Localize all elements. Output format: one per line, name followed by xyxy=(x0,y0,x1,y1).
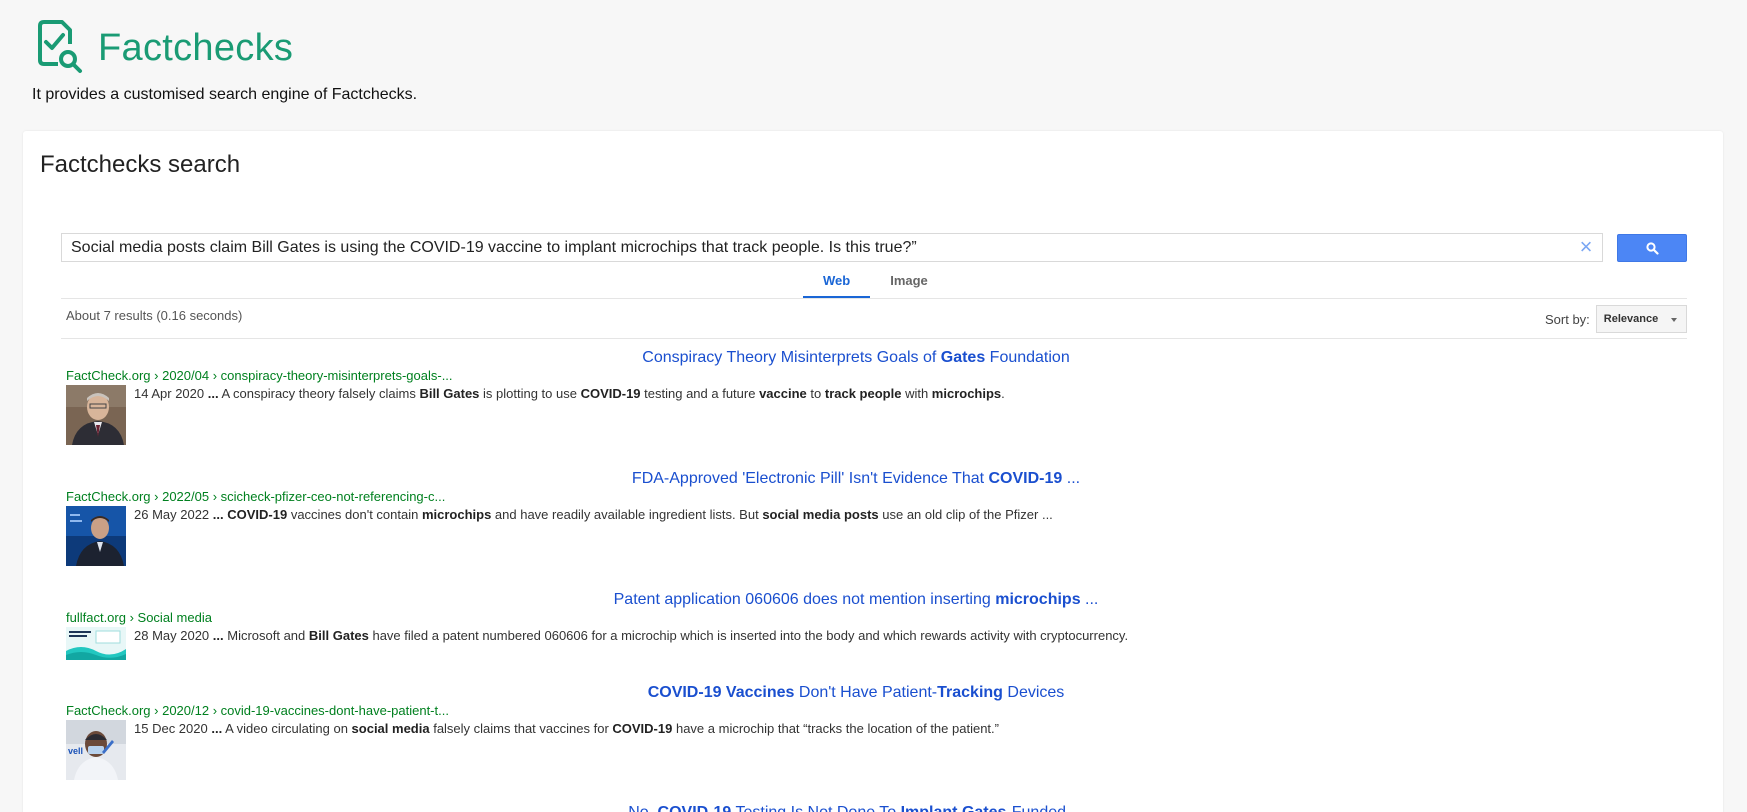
text-span: 15 Dec 2020 xyxy=(134,721,212,736)
search-input[interactable]: Social media posts claim Bill Gates is u… xyxy=(61,233,1603,262)
sort-value: Relevance xyxy=(1603,313,1659,325)
highlight-text: social media xyxy=(351,721,430,736)
search-card: Factchecks search Social media posts cla… xyxy=(23,131,1723,812)
highlight-text: COVID-19 xyxy=(612,721,673,736)
text-span: ... xyxy=(1080,591,1099,608)
text-span: Patent application 060606 does not menti… xyxy=(613,591,996,608)
highlight-text: ... xyxy=(212,628,224,643)
text-span: Foundation xyxy=(985,349,1070,366)
result-title-link[interactable]: No, COVID-19 Testing Is Not Done To Impl… xyxy=(66,804,1646,812)
result-title-link[interactable]: Conspiracy Theory Misinterprets Goals of… xyxy=(66,349,1646,367)
highlight-text: ... xyxy=(211,721,223,736)
app-tagline: It provides a customised search engine o… xyxy=(32,86,418,103)
text-span: falsely claims that vaccines for xyxy=(429,721,613,736)
divider xyxy=(61,338,1687,339)
tab-web[interactable]: Web xyxy=(803,269,871,298)
highlight-text: social media posts xyxy=(762,507,879,522)
list-item: No, COVID-19 Testing Is Not Done To Impl… xyxy=(66,804,1646,812)
highlight-text: Tracking xyxy=(937,684,1003,701)
highlight-text: ... xyxy=(212,507,224,522)
search-icon xyxy=(1645,241,1659,255)
result-snippet: 14 Apr 2020 ... A conspiracy theory fals… xyxy=(134,385,1005,445)
highlight-text: COVID-19 Vaccines xyxy=(647,684,795,701)
result-tabs: Web Image xyxy=(803,269,948,298)
divider xyxy=(61,298,1687,299)
text-span: 28 May 2020 xyxy=(134,628,213,643)
list-item: COVID-19 Vaccines Don't Have Patient-Tra… xyxy=(66,684,1646,780)
list-item: Conspiracy Theory Misinterprets Goals of… xyxy=(66,349,1646,445)
factcheck-logo-icon xyxy=(38,20,82,73)
search-query-text[interactable]: Social media posts claim Bill Gates is u… xyxy=(71,239,917,257)
highlight-text: COVID-19 xyxy=(580,386,641,401)
result-url[interactable]: fullfact.org › Social media xyxy=(66,610,1646,625)
text-span: to xyxy=(806,386,825,401)
highlight-text: Gates xyxy=(940,349,986,366)
text-span: Don't Have Patient- xyxy=(794,684,938,701)
app-header: Factchecks xyxy=(36,20,293,76)
chevron-down-icon xyxy=(1670,318,1677,322)
highlight-text: microchips xyxy=(421,507,492,522)
highlight-text: track people xyxy=(824,386,902,401)
text-span: Conspiracy Theory Misinterprets Goals of xyxy=(642,349,941,366)
result-count: About 7 results (0.16 seconds) xyxy=(66,308,243,323)
result-thumbnail[interactable] xyxy=(66,385,126,445)
text-span: with xyxy=(901,386,932,401)
highlight-text: COVID-19 xyxy=(658,804,732,812)
text-span: A conspiracy theory falsely claims xyxy=(218,386,420,401)
text-span: and have readily available ingredient li… xyxy=(491,507,763,522)
result-url[interactable]: FactCheck.org › 2020/12 › covid-19-vacci… xyxy=(66,703,1646,718)
result-thumbnail[interactable] xyxy=(66,506,126,566)
text-span: FDA-Approved 'Electronic Pill' Isn't Evi… xyxy=(631,470,989,487)
result-title-link[interactable]: Patent application 060606 does not menti… xyxy=(66,591,1646,609)
sort-dropdown[interactable]: Relevance xyxy=(1595,305,1687,333)
highlight-text: Bill Gates xyxy=(419,386,480,401)
text-span: Microsoft and xyxy=(223,628,309,643)
result-snippet: 26 May 2022 ... COVID-19 vaccines don't … xyxy=(134,506,1053,566)
text-span: testing and a future xyxy=(640,386,760,401)
text-span: . xyxy=(1001,386,1005,401)
close-icon[interactable]: × xyxy=(1576,236,1596,258)
highlight-text: microchips xyxy=(931,386,1002,401)
text-span: Devices xyxy=(1002,684,1065,701)
result-thumbnail[interactable] xyxy=(66,627,126,660)
sort-label: Sort by: xyxy=(1545,311,1590,327)
tab-image[interactable]: Image xyxy=(870,269,948,298)
text-span: 26 May 2022 xyxy=(134,507,213,522)
result-url[interactable]: FactCheck.org › 2022/05 › scicheck-pfize… xyxy=(66,489,1646,504)
text-span: ... xyxy=(1062,470,1081,487)
text-span: vaccines don't contain xyxy=(287,507,422,522)
result-title-link[interactable]: COVID-19 Vaccines Don't Have Patient-Tra… xyxy=(66,684,1646,702)
text-span: No, xyxy=(628,804,657,812)
result-snippet: 28 May 2020 ... Microsoft and Bill Gates… xyxy=(134,627,1128,660)
text-span: have a microchip that “tracks the locati… xyxy=(672,721,999,736)
svg-text:vell: vell xyxy=(68,746,83,756)
highlight-text: Bill Gates xyxy=(308,628,369,643)
highlight-text: microchips xyxy=(995,591,1081,608)
highlight-text: ... xyxy=(207,386,219,401)
highlight-text: Implant Gates xyxy=(901,804,1007,812)
text-span: 14 Apr 2020 xyxy=(134,386,208,401)
result-thumbnail[interactable]: vell xyxy=(66,720,126,780)
list-item: FDA-Approved 'Electronic Pill' Isn't Evi… xyxy=(66,470,1646,566)
result-snippet: 15 Dec 2020 ... A video circulating on s… xyxy=(134,720,999,780)
card-title: Factchecks search xyxy=(40,151,241,178)
result-url[interactable]: FactCheck.org › 2020/04 › conspiracy-the… xyxy=(66,368,1646,383)
text-span: A video circulating on xyxy=(222,721,352,736)
search-button[interactable] xyxy=(1617,234,1687,262)
highlight-text: COVID-19 xyxy=(988,470,1063,487)
text-span: Testing Is Not Done To xyxy=(731,804,900,812)
text-span: is plotting to use xyxy=(479,386,581,401)
app-title: Factchecks xyxy=(98,26,294,69)
list-item: Patent application 060606 does not menti… xyxy=(66,591,1646,660)
result-title-link[interactable]: FDA-Approved 'Electronic Pill' Isn't Evi… xyxy=(66,470,1646,488)
text-span: use an old clip of the Pfizer ... xyxy=(878,507,1053,522)
highlight-text: vaccine xyxy=(759,386,807,401)
highlight-text: COVID-19 xyxy=(227,507,288,522)
text-span: have filed a patent numbered 060606 for … xyxy=(368,628,1129,643)
text-span: -Funded ... xyxy=(1006,804,1083,812)
sort-control: Sort by: Relevance xyxy=(1545,305,1687,333)
